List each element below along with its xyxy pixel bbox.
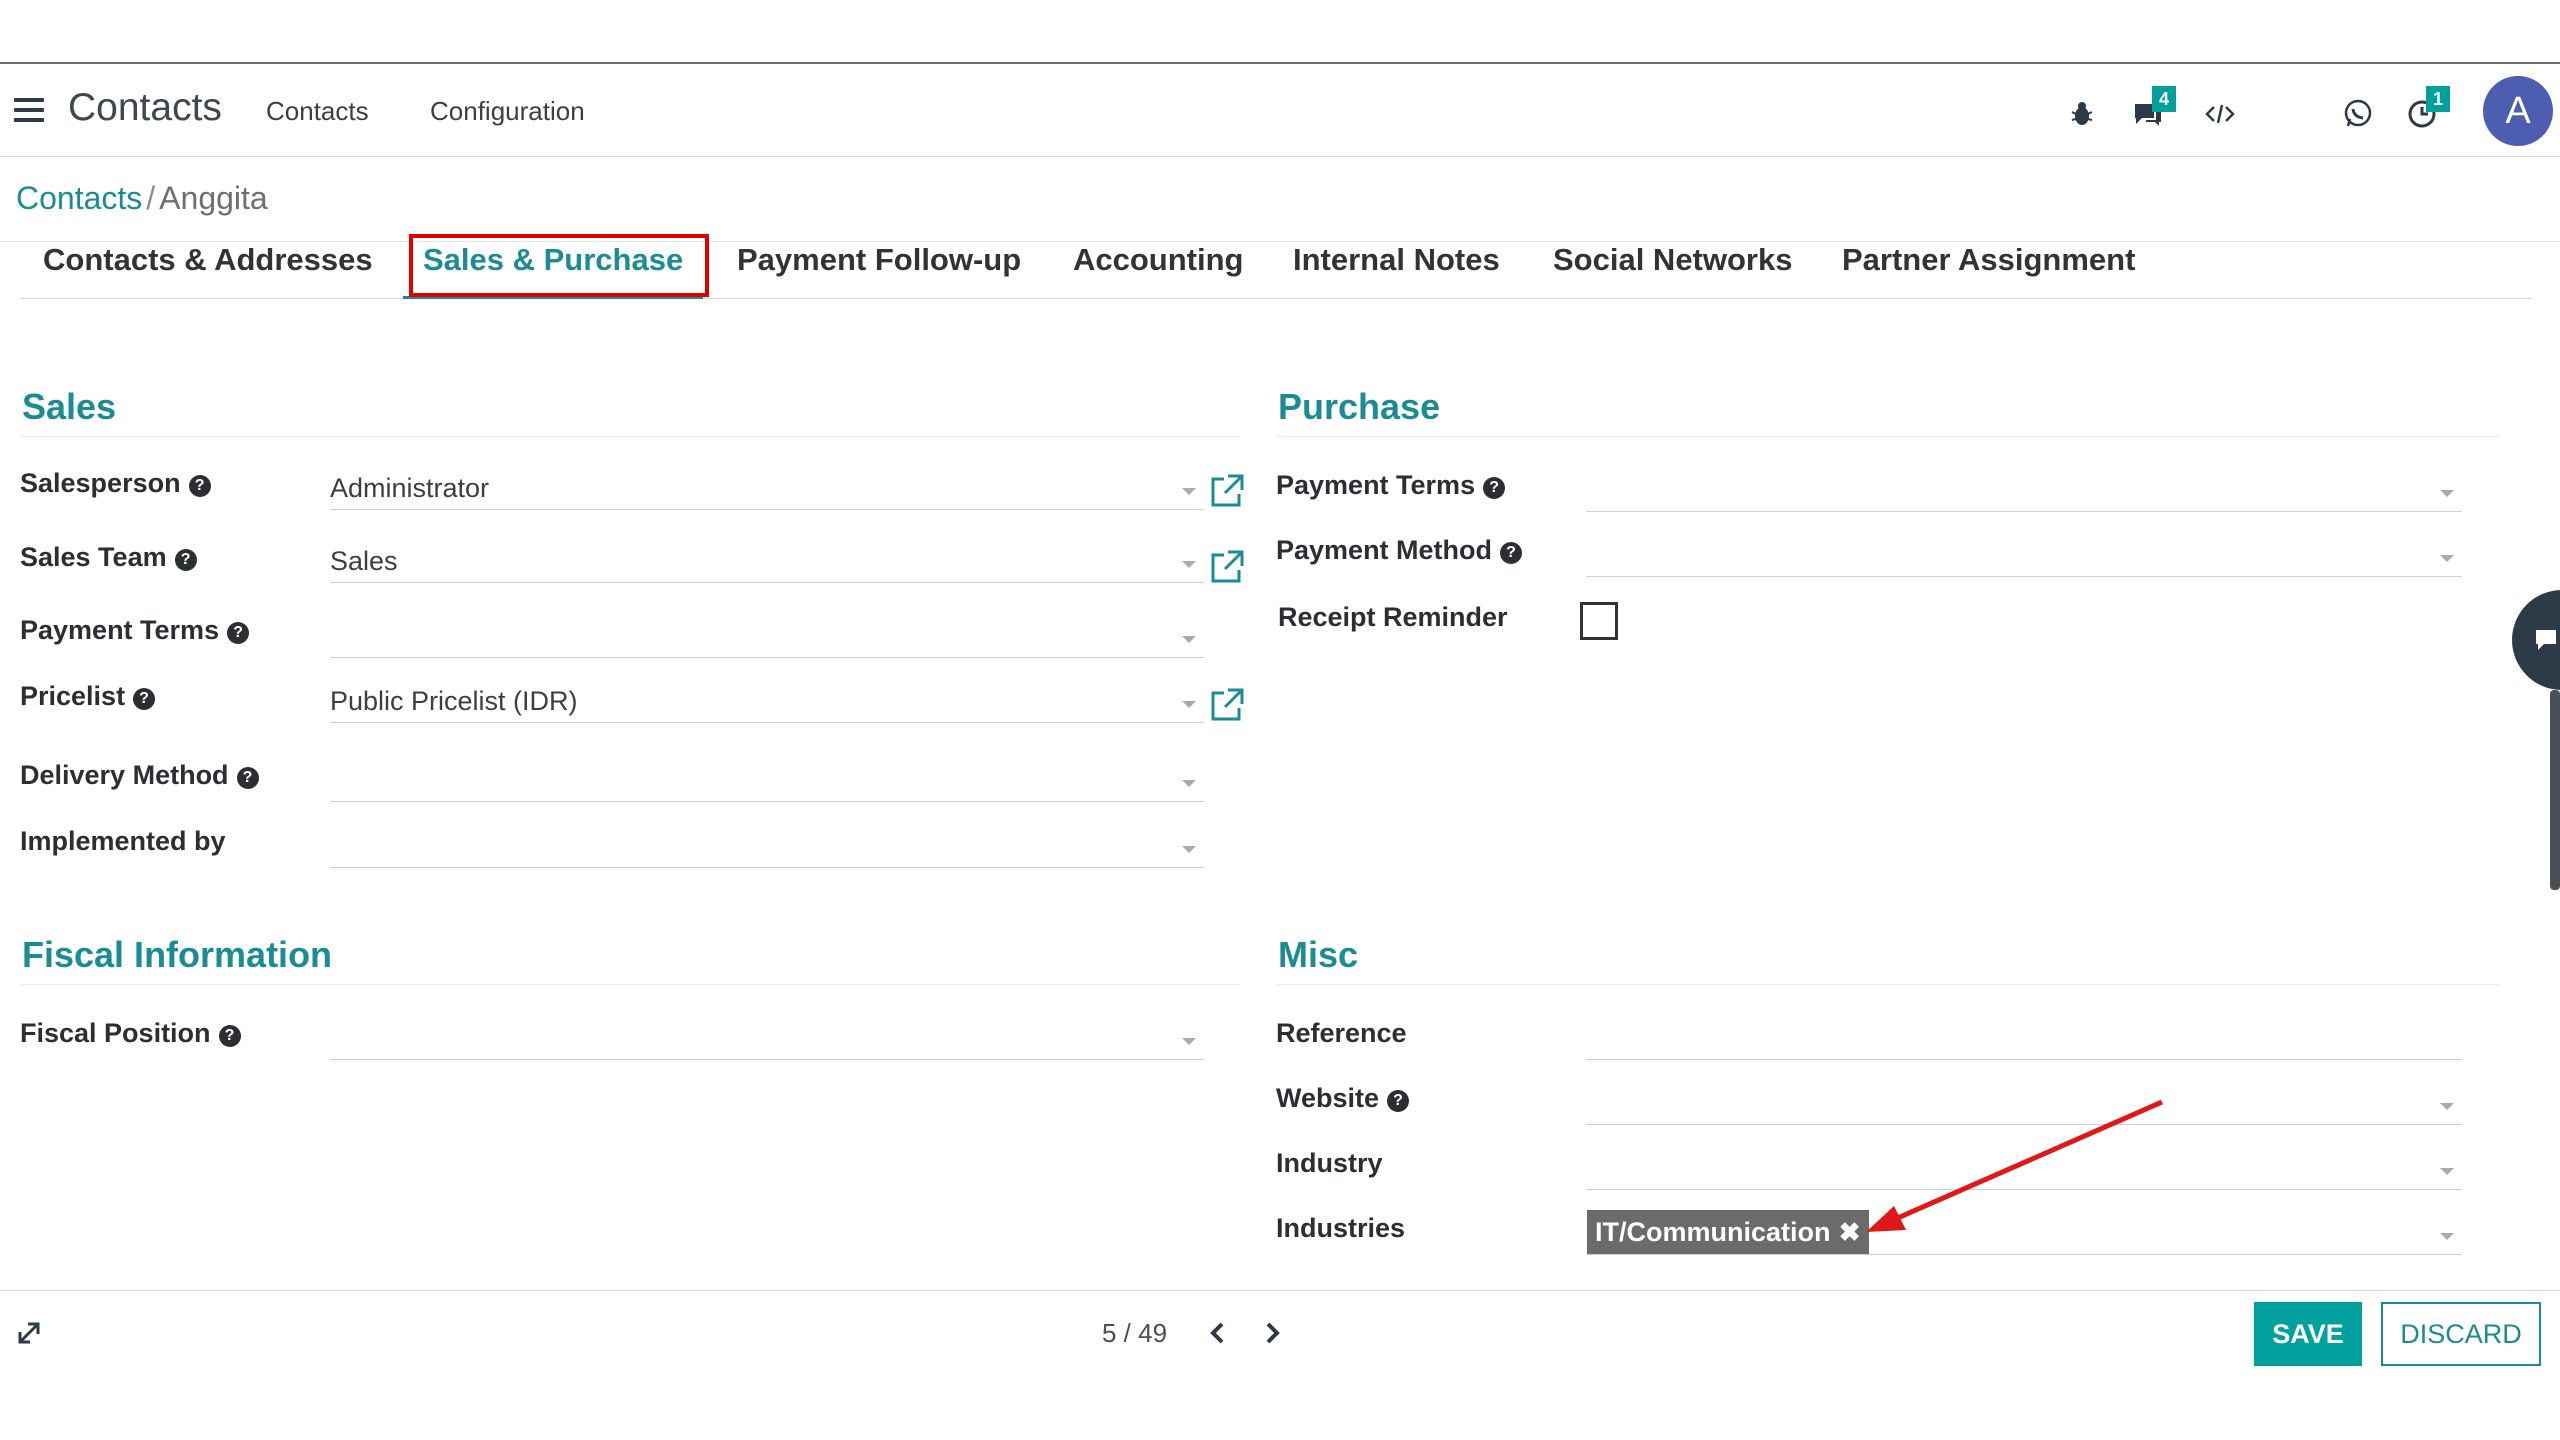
tab-social-networks[interactable]: Social Networks xyxy=(1553,243,1792,299)
menu-configuration[interactable]: Configuration xyxy=(430,96,585,127)
caret-down-icon[interactable] xyxy=(2440,555,2454,562)
tab-highlight-box xyxy=(409,234,709,297)
annotation-arrow xyxy=(1866,1099,2164,1232)
industry-label: Industry xyxy=(1276,1148,1383,1178)
receipt-reminder-checkbox[interactable] xyxy=(1580,602,1618,640)
purchase-section-title: Purchase xyxy=(1278,386,1441,427)
hamburger-icon[interactable] xyxy=(14,98,44,122)
external-link-icon[interactable] xyxy=(1208,686,1246,724)
fiscal-position-input[interactable] xyxy=(330,1016,1204,1060)
caret-down-icon[interactable] xyxy=(1182,561,1196,568)
misc-section-title: Misc xyxy=(1278,934,1359,975)
payment-method-label: Payment Method? xyxy=(1276,535,1523,566)
tab-payment-follow-up[interactable]: Payment Follow-up xyxy=(737,243,1021,299)
reference-input[interactable] xyxy=(1586,1016,2462,1060)
question-circle-icon[interactable]: ? xyxy=(1483,477,1506,499)
sales-payment-terms-label: Payment Terms? xyxy=(20,615,250,646)
salesperson-input[interactable]: Administrator xyxy=(330,466,1204,510)
clock-icon[interactable]: 1 xyxy=(2406,86,2450,130)
tab-internal-notes[interactable]: Internal Notes xyxy=(1293,243,1500,299)
receipt-reminder-label: Receipt Reminder xyxy=(1278,602,1508,632)
reference-label: Reference xyxy=(1276,1018,1407,1048)
tab-accounting[interactable]: Accounting xyxy=(1073,243,1244,299)
caret-down-icon[interactable] xyxy=(1182,780,1196,787)
salesperson-label: Salesperson? xyxy=(20,468,211,499)
sales-payment-terms-input[interactable] xyxy=(330,614,1204,658)
external-link-icon[interactable] xyxy=(1208,548,1246,586)
breadcrumb-separator: / xyxy=(146,180,156,216)
caret-down-icon[interactable] xyxy=(1182,701,1196,708)
discard-button[interactable]: DISCARD xyxy=(2381,1302,2541,1366)
fiscal-section-title: Fiscal Information xyxy=(22,934,333,975)
chat-icon[interactable]: 4 xyxy=(2132,86,2176,130)
expand-icon[interactable] xyxy=(14,1318,44,1348)
chevron-left-icon[interactable] xyxy=(1206,1318,1230,1348)
industries-label: Industries xyxy=(1276,1213,1406,1243)
sales-team-input[interactable]: Sales xyxy=(330,539,1204,583)
footer-divider xyxy=(0,1290,2560,1291)
payment-method-input[interactable] xyxy=(1586,533,2462,577)
chevron-right-icon[interactable] xyxy=(1260,1318,1284,1348)
caret-down-icon[interactable] xyxy=(2440,1103,2454,1110)
purchase-divider xyxy=(1276,436,2500,437)
question-circle-icon[interactable]: ? xyxy=(218,1025,241,1047)
sales-team-label: Sales Team? xyxy=(20,542,197,573)
delivery-method-input[interactable] xyxy=(330,758,1204,802)
notebook-tabs: Contacts & Addresses Sales & Purchase Pa… xyxy=(20,243,2532,299)
implemented-by-input[interactable] xyxy=(330,824,1204,868)
divider xyxy=(0,241,2560,242)
pager-value: 5 / 49 xyxy=(1102,1318,1168,1348)
implemented-by-label: Implemented by xyxy=(20,826,226,856)
menu-contacts[interactable]: Contacts xyxy=(266,96,369,127)
scrollbar-thumb[interactable] xyxy=(2550,690,2560,890)
code-icon[interactable] xyxy=(2204,98,2236,130)
website-label: Website? xyxy=(1276,1083,1410,1114)
save-button[interactable]: SAVE xyxy=(2254,1302,2362,1366)
breadcrumb: Contacts / Anggita xyxy=(16,180,268,217)
misc-divider xyxy=(1276,984,2500,985)
sales-section-title: Sales xyxy=(22,386,117,427)
top-navbar: Contacts Contacts Configuration 4 1 A xyxy=(0,62,2560,157)
chat-badge: 4 xyxy=(2152,86,2176,112)
fiscal-divider xyxy=(20,984,1240,985)
sales-divider xyxy=(20,436,1240,437)
fiscal-position-label: Fiscal Position? xyxy=(20,1018,241,1049)
caret-down-icon[interactable] xyxy=(1182,1038,1196,1045)
pricelist-input[interactable]: Public Pricelist (IDR) xyxy=(330,679,1204,723)
question-circle-icon[interactable]: ? xyxy=(1500,542,1523,564)
breadcrumb-current: Anggita xyxy=(159,180,268,216)
caret-down-icon[interactable] xyxy=(2440,1168,2454,1175)
chat-bubble-button[interactable] xyxy=(2512,590,2560,690)
whatsapp-icon[interactable] xyxy=(2342,98,2374,130)
caret-down-icon[interactable] xyxy=(1182,636,1196,643)
caret-down-icon[interactable] xyxy=(2440,490,2454,497)
breadcrumb-parent[interactable]: Contacts xyxy=(16,180,142,216)
question-circle-icon[interactable]: ? xyxy=(133,688,156,710)
caret-down-icon[interactable] xyxy=(1182,846,1196,853)
avatar[interactable]: A xyxy=(2483,76,2553,146)
external-link-icon[interactable] xyxy=(1208,472,1246,510)
question-circle-icon[interactable]: ? xyxy=(174,549,197,571)
bug-icon[interactable] xyxy=(2066,98,2098,130)
purchase-payment-terms-label: Payment Terms? xyxy=(1276,470,1506,501)
caret-down-icon[interactable] xyxy=(2440,1233,2454,1240)
pricelist-label: Pricelist? xyxy=(20,681,156,712)
caret-down-icon[interactable] xyxy=(1182,488,1196,495)
activity-badge: 1 xyxy=(2426,86,2450,112)
app-title[interactable]: Contacts xyxy=(68,86,222,130)
question-circle-icon[interactable]: ? xyxy=(1387,1090,1410,1112)
question-circle-icon[interactable]: ? xyxy=(227,622,250,644)
question-circle-icon[interactable]: ? xyxy=(188,475,211,497)
tab-contacts-addresses[interactable]: Contacts & Addresses xyxy=(43,243,373,299)
delivery-method-label: Delivery Method? xyxy=(20,760,259,791)
industry-tag: IT/Communication ✖ xyxy=(1587,1210,1869,1254)
purchase-payment-terms-input[interactable] xyxy=(1586,468,2462,512)
tab-partner-assignment[interactable]: Partner Assignment xyxy=(1842,243,2135,299)
question-circle-icon[interactable]: ? xyxy=(236,767,259,789)
